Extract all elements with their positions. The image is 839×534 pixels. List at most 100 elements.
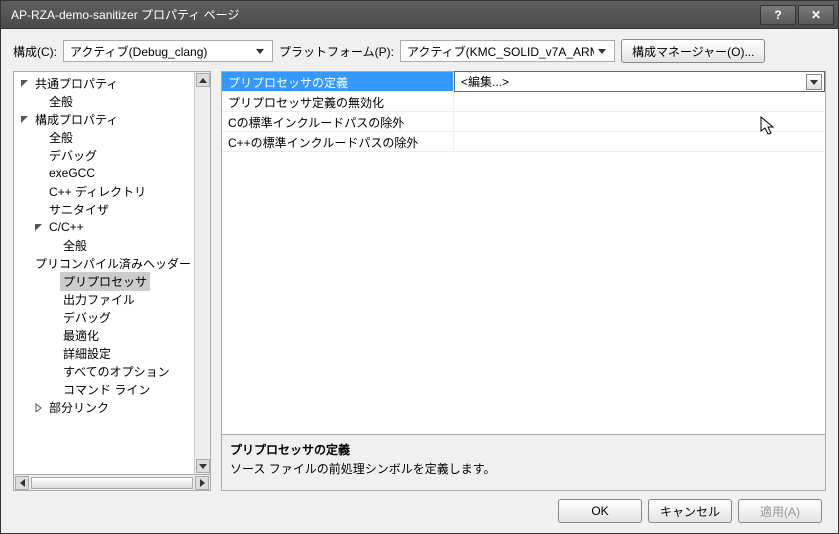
- tree-node-label: コマンド ライン: [60, 380, 153, 399]
- tree-node[interactable]: 出力ファイル: [14, 290, 194, 308]
- right-pane: プリプロセッサの定義 <編集...> プリプロセッサ定義の無効化Cの標準インクルード…: [221, 71, 826, 491]
- tree-node[interactable]: 最適化: [14, 326, 194, 344]
- tree-node[interactable]: 全般: [14, 236, 194, 254]
- property-row[interactable]: C++の標準インクルードパスの除外: [222, 132, 825, 152]
- chevron-down-icon: [594, 49, 610, 54]
- tree-node-label: C/C++: [46, 219, 87, 235]
- property-value[interactable]: [454, 132, 825, 151]
- tree-node[interactable]: デバッグ: [14, 146, 194, 164]
- expander-none: [46, 329, 58, 341]
- config-manager-button[interactable]: 構成マネージャー(O)...: [621, 39, 766, 63]
- tree-node-label: すべてのオプション: [60, 362, 173, 381]
- tree-node-label: プリコンパイル済みヘッダー: [32, 254, 194, 273]
- tree-node-label: プリプロセッサ: [60, 272, 150, 291]
- platform-label: プラットフォーム(P):: [279, 43, 394, 60]
- expander-none: [46, 293, 58, 305]
- expander-open-icon[interactable]: [32, 221, 44, 233]
- tree-node[interactable]: 部分リンク: [14, 398, 194, 416]
- tree-node[interactable]: 構成プロパティ: [14, 110, 194, 128]
- tree-node-label: 全般: [60, 236, 90, 255]
- tree-node-label: 構成プロパティ: [32, 110, 121, 129]
- scroll-down-button[interactable]: [196, 459, 210, 473]
- tree-node[interactable]: C++ ディレクトリ: [14, 182, 194, 200]
- tree-node[interactable]: サニタイザ: [14, 200, 194, 218]
- description-title: プリプロセッサの定義: [230, 441, 817, 458]
- config-combo-value: アクティブ(Debug_clang): [70, 43, 252, 60]
- tree-node-label: サニタイザ: [46, 200, 112, 219]
- property-row[interactable]: プリプロセッサの定義 <編集...>: [222, 72, 825, 92]
- help-button[interactable]: ?: [760, 5, 796, 25]
- tree-node-label: exeGCC: [46, 165, 98, 181]
- tree-node[interactable]: exeGCC: [14, 164, 194, 182]
- category-tree[interactable]: 共通プロパティ全般構成プロパティ全般デバッグexeGCCC++ ディレクトリサニ…: [13, 71, 211, 475]
- tree-node[interactable]: コマンド ライン: [14, 380, 194, 398]
- tree-node-label: 出力ファイル: [60, 290, 138, 309]
- tree-node[interactable]: 詳細設定: [14, 344, 194, 362]
- scroll-right-button[interactable]: [195, 476, 209, 490]
- tree-node-label: 最適化: [60, 326, 102, 345]
- tree-node[interactable]: 全般: [14, 92, 194, 110]
- tree-vscrollbar[interactable]: [194, 72, 210, 474]
- description-body: ソース ファイルの前処理シンボルを定義します。: [230, 460, 817, 477]
- dropdown-button[interactable]: [806, 74, 822, 90]
- property-row[interactable]: プリプロセッサ定義の無効化: [222, 92, 825, 112]
- property-value[interactable]: [454, 92, 825, 111]
- property-grid[interactable]: プリプロセッサの定義 <編集...> プリプロセッサ定義の無効化Cの標準インクルード…: [221, 71, 826, 435]
- property-value[interactable]: [454, 112, 825, 131]
- expander-none: [32, 203, 44, 215]
- tree-node-label: デバッグ: [60, 308, 114, 327]
- scroll-up-button[interactable]: [196, 73, 210, 87]
- config-combo[interactable]: アクティブ(Debug_clang): [63, 40, 273, 62]
- property-name: プリプロセッサの定義: [222, 72, 454, 91]
- tree-node[interactable]: C/C++: [14, 218, 194, 236]
- tree-hscrollbar[interactable]: [13, 475, 211, 491]
- tree-node-label: デバッグ: [46, 146, 100, 165]
- tree-panel: 共通プロパティ全般構成プロパティ全般デバッグexeGCCC++ ディレクトリサニ…: [13, 71, 211, 491]
- description-box: プリプロセッサの定義 ソース ファイルの前処理シンボルを定義します。: [221, 435, 826, 491]
- expander-none: [46, 311, 58, 323]
- close-button[interactable]: ✕: [798, 5, 834, 25]
- property-page-window: AP-RZA-demo-sanitizer プロパティ ページ ? ✕ 構成(C…: [0, 0, 839, 534]
- scroll-thumb[interactable]: [31, 477, 193, 489]
- tree-node[interactable]: プリプロセッサ: [14, 272, 194, 290]
- config-label: 構成(C):: [13, 43, 57, 60]
- tree-node[interactable]: プリコンパイル済みヘッダー: [14, 254, 194, 272]
- expander-open-icon[interactable]: [18, 77, 30, 89]
- scroll-left-button[interactable]: [15, 476, 29, 490]
- platform-combo[interactable]: アクティブ(KMC_SOLID_v7A_ARM: [400, 40, 615, 62]
- expander-closed-icon[interactable]: [32, 401, 44, 413]
- tree-node[interactable]: デバッグ: [14, 308, 194, 326]
- middle-row: 共通プロパティ全般構成プロパティ全般デバッグexeGCCC++ ディレクトリサニ…: [13, 71, 826, 491]
- expander-none: [46, 239, 58, 251]
- platform-combo-value: アクティブ(KMC_SOLID_v7A_ARM: [407, 43, 594, 60]
- tree-node-label: 詳細設定: [60, 344, 114, 363]
- expander-none: [46, 365, 58, 377]
- titlebar: AP-RZA-demo-sanitizer プロパティ ページ ? ✕: [1, 1, 838, 29]
- expander-none: [26, 257, 30, 269]
- tree-node-label: 共通プロパティ: [32, 74, 121, 93]
- ok-button[interactable]: OK: [558, 499, 642, 523]
- tree-node-label: C++ ディレクトリ: [46, 182, 149, 201]
- expander-none: [32, 95, 44, 107]
- property-name: C++の標準インクルードパスの除外: [222, 132, 454, 151]
- client-area: 構成(C): アクティブ(Debug_clang) プラットフォーム(P): ア…: [1, 29, 838, 533]
- expander-none: [32, 167, 44, 179]
- expander-none: [46, 347, 58, 359]
- tree-node-label: 全般: [46, 128, 76, 147]
- apply-button[interactable]: 適用(A): [738, 499, 822, 523]
- property-row[interactable]: Cの標準インクルードパスの除外: [222, 112, 825, 132]
- expander-none: [46, 275, 58, 287]
- cancel-button[interactable]: キャンセル: [648, 499, 732, 523]
- edit-link[interactable]: <編集...>: [461, 73, 509, 90]
- property-value[interactable]: <編集...>: [454, 71, 825, 92]
- tree-node-label: 全般: [46, 92, 76, 111]
- expander-none: [32, 185, 44, 197]
- tree-node[interactable]: 共通プロパティ: [14, 74, 194, 92]
- tree-node[interactable]: すべてのオプション: [14, 362, 194, 380]
- expander-none: [32, 131, 44, 143]
- expander-none: [32, 149, 44, 161]
- tree-node[interactable]: 全般: [14, 128, 194, 146]
- tree-node-label: 部分リンク: [46, 398, 112, 417]
- expander-open-icon[interactable]: [18, 113, 30, 125]
- property-name: Cの標準インクルードパスの除外: [222, 112, 454, 131]
